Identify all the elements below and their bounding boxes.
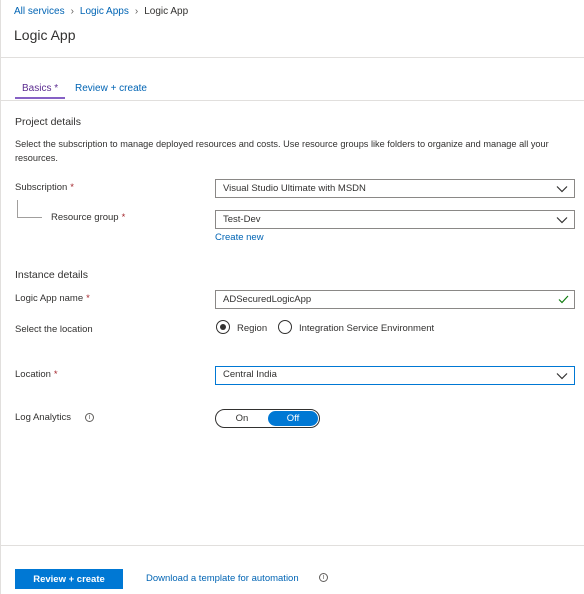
tree-connector (17, 217, 42, 218)
footer-divider (0, 545, 584, 546)
create-new-link[interactable]: Create new (215, 232, 264, 243)
logic-app-name-label-text: Logic App name (15, 293, 84, 304)
subscription-value: Visual Studio Ultimate with MSDN (223, 183, 366, 194)
region-radio-label[interactable]: Region (237, 323, 267, 334)
info-icon[interactable]: i (85, 413, 94, 422)
radio-selected-dot (220, 324, 226, 330)
project-details-description: Select the subscription to manage deploy… (15, 139, 549, 163)
ise-radio[interactable] (278, 320, 292, 334)
chevron-down-icon (556, 186, 568, 193)
breadcrumb-all-services[interactable]: All services (14, 6, 65, 17)
title-divider (0, 57, 584, 58)
page-title: Logic App (14, 27, 76, 43)
download-template-link[interactable]: Download a template for automation (146, 573, 299, 584)
logic-app-name-value: ADSecuredLogicApp (223, 294, 312, 305)
required-mark: * (70, 182, 74, 193)
required-mark: * (121, 212, 126, 223)
location-select[interactable]: Central India (215, 366, 575, 385)
toggle-off-option[interactable]: Off (268, 411, 318, 426)
ise-radio-label[interactable]: Integration Service Environment (299, 323, 434, 334)
subscription-label: Subscription * (15, 182, 74, 193)
breadcrumb: All services › Logic Apps › Logic App (14, 6, 188, 17)
subscription-select[interactable]: Visual Studio Ultimate with MSDN (215, 179, 575, 198)
resource-group-label: Resource group * (51, 212, 125, 223)
subscription-label-text: Subscription (15, 182, 68, 193)
review-create-button[interactable]: Review + create (15, 569, 123, 589)
required-mark: * (86, 293, 90, 304)
location-value: Central India (223, 369, 277, 380)
log-analytics-label: Log Analytics (15, 412, 71, 423)
log-analytics-toggle[interactable]: On Off (215, 409, 320, 428)
chevron-down-icon (556, 217, 568, 224)
left-border (0, 0, 1, 594)
tree-connector (17, 200, 18, 217)
tab-review-create[interactable]: Review + create (75, 83, 147, 94)
resource-group-label-text: Resource group (51, 212, 119, 223)
info-icon[interactable]: i (319, 573, 328, 582)
logic-app-name-input[interactable]: ADSecuredLogicApp (215, 290, 575, 309)
location-label: Location * (15, 369, 58, 380)
logic-app-name-label: Logic App name * (15, 293, 90, 304)
chevron-right-icon: › (70, 6, 74, 17)
toggle-on-option[interactable]: On (216, 410, 268, 427)
breadcrumb-logic-apps[interactable]: Logic Apps (80, 6, 129, 17)
tab-divider (0, 100, 584, 101)
chevron-down-icon (556, 373, 568, 380)
resource-group-select[interactable]: Test-Dev (215, 210, 575, 229)
resource-group-value: Test-Dev (223, 214, 261, 225)
required-mark: * (53, 369, 58, 380)
active-tab-indicator (15, 97, 65, 99)
checkmark-icon (558, 295, 569, 304)
chevron-right-icon: › (134, 6, 139, 17)
breadcrumb-current: Logic App (144, 6, 189, 17)
select-location-label: Select the location (15, 324, 93, 335)
instance-details-heading: Instance details (15, 269, 88, 281)
project-details-heading: Project details (15, 116, 81, 128)
tab-basics[interactable]: Basics * (22, 83, 58, 94)
location-label-text: Location (15, 369, 51, 380)
region-radio[interactable] (216, 320, 230, 334)
